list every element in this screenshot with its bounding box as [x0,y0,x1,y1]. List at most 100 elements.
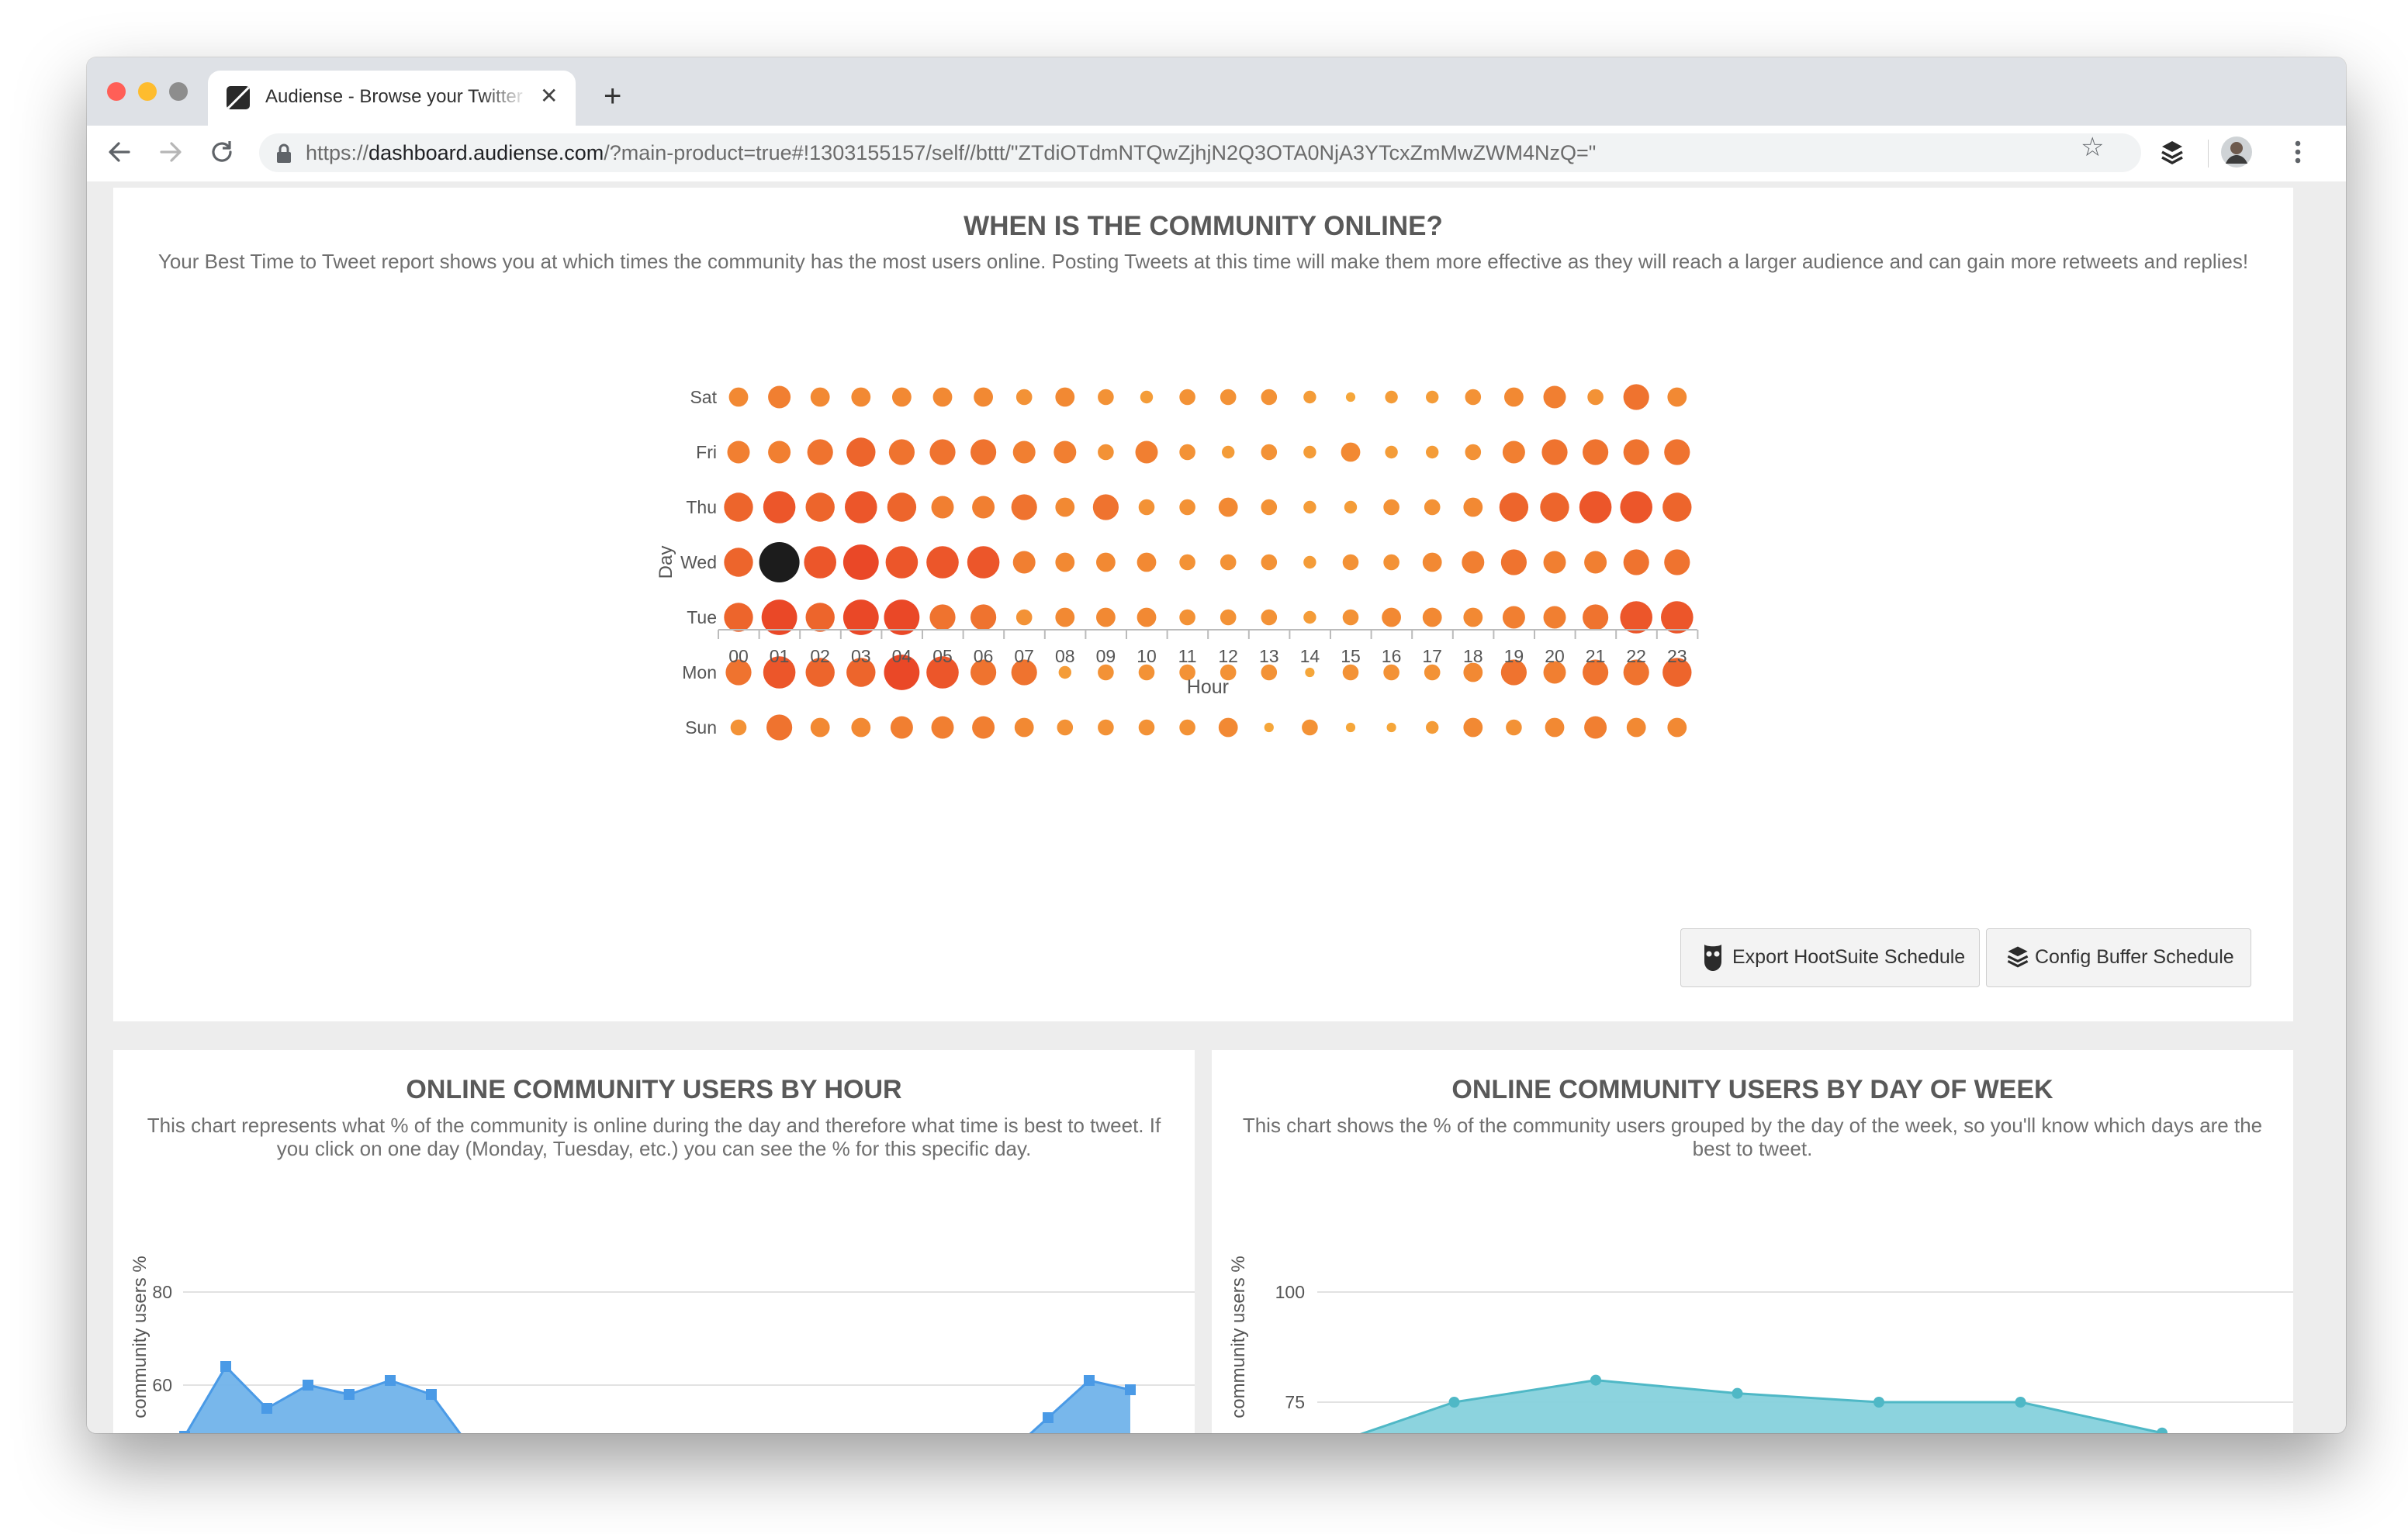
heat-bubble [1302,719,1318,736]
buffer-stack-icon [2007,946,2029,968]
heat-bubble [1135,441,1158,464]
hour-tick-label: 22 [1626,646,1646,666]
heat-bubble [1385,445,1398,459]
heat-bubble [1465,389,1482,406]
url-path: /?main-product=true#!1303155157/self//bt… [604,141,1597,164]
heat-bubble [1383,554,1399,571]
heat-bubble [1422,552,1442,572]
best-time-description: Your Best Time to Tweet report shows you… [157,250,2249,273]
audiense-favicon-icon [227,86,250,109]
heat-bubble [1015,609,1033,626]
data-point [220,1361,231,1372]
day-label: Wed [680,552,717,572]
heat-bubble [1499,492,1529,522]
heat-bubble [1261,609,1278,626]
heat-bubble [846,437,876,467]
browser-tab[interactable]: Audiense - Browse your Twitter ✕ [208,71,576,126]
buffer-icon[interactable] [2157,136,2188,168]
heat-bubble [1055,387,1075,407]
heat-bubble [1341,442,1361,462]
kebab-menu-icon[interactable] [2290,136,2306,168]
heat-bubble [1463,497,1483,517]
config-buffer-label: Config Buffer Schedule [2035,946,2234,968]
heat-bubble [1345,722,1356,733]
hour-tick-label: 14 [1300,646,1320,666]
browser-toolbar: https://dashboard.audiense.com/?main-pro… [87,126,2346,182]
zoom-window-icon[interactable] [169,82,188,101]
heat-bubble [932,387,953,407]
heat-bubble [1545,717,1565,738]
heat-bubble [1261,499,1278,516]
tab-close-icon[interactable]: ✕ [540,85,558,108]
config-buffer-button[interactable]: Config Buffer Schedule [1986,928,2251,987]
heat-bubble [929,439,956,465]
data-point [261,1403,272,1414]
heat-bubble [890,716,913,739]
data-point [1873,1397,1884,1408]
heat-bubble [972,716,995,739]
url-scheme: https:// [306,141,369,164]
close-window-icon[interactable] [107,82,126,101]
url-text: https://dashboard.audiense.com/?main-pro… [306,141,1596,165]
day-label: Fri [696,442,717,462]
star-icon[interactable]: ☆ [2081,132,2104,163]
heat-bubble [730,719,747,736]
heat-bubble [1661,601,1694,634]
heat-bubble [972,496,995,519]
heat-bubble [810,387,830,407]
heat-bubble [1015,389,1033,406]
heat-bubble [1342,664,1359,681]
heat-bubble [887,492,917,522]
profile-avatar-icon[interactable] [2220,136,2253,168]
hour-tick-label: 01 [770,646,790,666]
arrow-right-icon[interactable] [155,136,186,168]
heat-bubble [1342,554,1359,571]
url-host: dashboard.audiense.com [368,141,604,164]
address-bar[interactable]: https://dashboard.audiense.com/?main-pro… [259,133,2141,172]
day-label: Mon [682,662,717,682]
y-tick-label: 100 [1275,1282,1305,1302]
heat-bubble [1098,719,1114,736]
heat-bubble [1012,551,1036,574]
heat-bubble [1179,444,1195,461]
arrow-left-icon[interactable] [104,136,135,168]
best-time-panel: WHEN IS THE COMMUNITY ONLINE? Your Best … [113,188,2293,1021]
heat-bubble [1502,441,1525,464]
heat-bubble [1383,499,1399,516]
minimize-window-icon[interactable] [138,82,157,101]
heat-bubble [1462,551,1485,574]
heat-bubble [1179,389,1195,406]
heat-bubble [1664,549,1690,575]
hour-tick-label: 09 [1096,646,1116,666]
data-point [344,1389,355,1400]
data-point [1732,1387,1743,1399]
by-hour-area-chart: 60 80community users % [130,1256,1195,1433]
data-point [2157,1427,2168,1433]
heat-bubble [842,544,879,580]
heat-bubble [1382,607,1401,627]
hour-tick-label: 05 [932,646,953,666]
heat-bubble [810,717,830,738]
new-tab-icon[interactable]: + [604,81,621,112]
by-day-area-chart: 75 100 community users % [1228,1256,2293,1433]
heat-bubble [1220,389,1237,406]
reload-icon[interactable] [206,136,237,168]
heat-bubble [1385,390,1398,404]
heat-bubble [1623,549,1649,575]
hour-tick-label: 21 [1586,646,1606,666]
lock-icon [277,143,291,163]
heat-bubble [1667,717,1687,738]
heat-bubble [724,603,753,632]
hour-tick-label: 06 [974,646,994,666]
tab-strip: Audiense - Browse your Twitter ✕ + [87,57,2346,126]
heat-bubble [1222,445,1235,459]
export-hootsuite-button[interactable]: Export HootSuite Schedule [1680,928,1980,987]
heat-bubble [1179,719,1195,736]
data-point [1448,1397,1460,1408]
hour-tick-label: 08 [1055,646,1075,666]
hour-tick-label: 03 [851,646,871,666]
heat-bubble [1664,439,1690,465]
heat-bubble [1504,387,1524,407]
data-point [1590,1374,1601,1386]
heat-bubble [1424,499,1441,516]
